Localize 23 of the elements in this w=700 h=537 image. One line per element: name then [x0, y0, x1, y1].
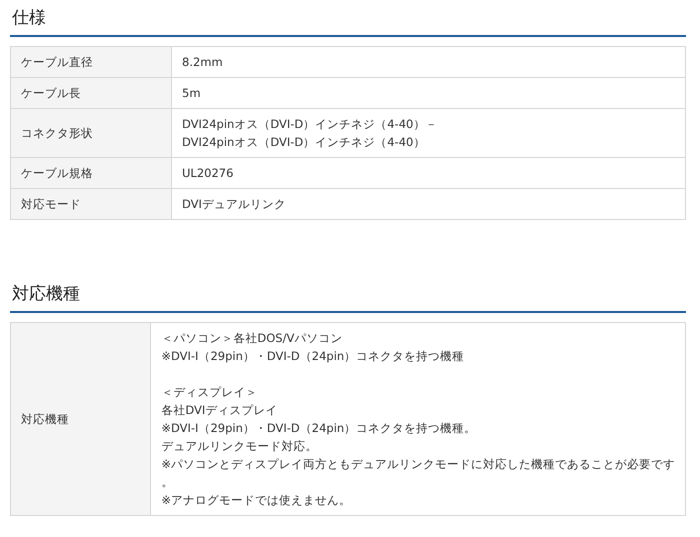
value-text: 。 [161, 474, 174, 491]
row-label: ケーブル長 [10, 78, 172, 108]
row-label: ケーブル直径 [10, 46, 172, 78]
value-text: ※アナログモードでは使えません。 [161, 492, 352, 509]
value-text: ＜ディスプレイ＞ [161, 384, 258, 401]
value-text: ＜パソコン＞各社DOS/Vパソコン [161, 330, 344, 347]
row-label: 対応機種 [10, 322, 151, 516]
row-label: 対応モード [10, 188, 172, 220]
value-text: デュアルリンクモード対応。 [161, 438, 318, 455]
value-text: ※パソコンとディスプレイ両方ともデュアルリンクモードに対応した機種であることが必要です [161, 456, 675, 473]
value-text: ※DVI-I（29pin）・DVI-D（24pin）コネクタを持つ機種 [161, 348, 466, 365]
row-label: ケーブル規格 [10, 158, 172, 188]
row-label: コネクタ形状 [10, 108, 172, 158]
value-text: 5m [182, 85, 202, 102]
section-title: 仕様 [10, 4, 686, 37]
value-text: 8.2mm [182, 54, 224, 71]
section-title: 対応機種 [10, 280, 686, 313]
value-text: DVI24pinオス（DVI-D）インチネジ（4-40）－ [182, 116, 438, 133]
value-text: 各社DVIディスプレイ [161, 402, 278, 419]
value-text: DVI24pinオス（DVI-D）インチネジ（4-40） [182, 134, 426, 151]
value-text: ※DVI-I（29pin）・DVI-D（24pin）コネクタを持つ機種。 [161, 420, 478, 437]
value-text: DVIデュアルリンク [182, 196, 287, 213]
value-text: UL20276 [182, 165, 234, 182]
